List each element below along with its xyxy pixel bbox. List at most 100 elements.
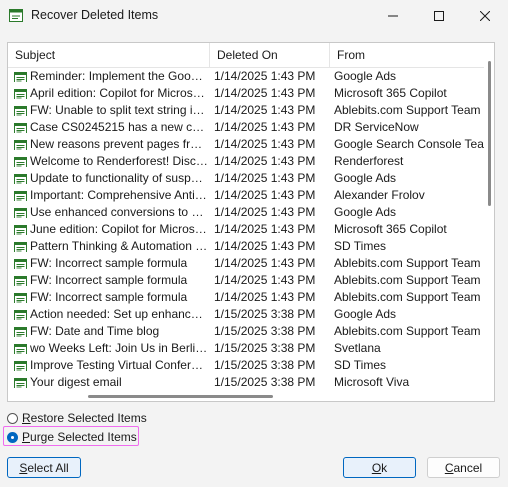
list-row[interactable]: Action needed: Set up enhanced ... 1/15/2…	[8, 306, 484, 323]
recover-items-icon	[9, 9, 23, 22]
list-row[interactable]: Case CS0245215 has a new comm... 1/14/202…	[8, 119, 484, 136]
subject-cell: Update to functionality of suspen...	[30, 171, 208, 185]
subject-cell: Welcome to Renderforest! Discov...	[30, 154, 208, 168]
from-cell: Google Search Console Team	[334, 137, 484, 151]
list-row[interactable]: FW: Incorrect sample formula 1/14/2025 1:…	[8, 272, 484, 289]
restore-radio[interactable]	[7, 412, 18, 424]
from-cell: Alexander Frolov	[334, 188, 425, 202]
vertical-scrollbar[interactable]	[485, 43, 494, 401]
list-rows: Reminder: Implement the Google t... 1/14/…	[8, 68, 484, 391]
deleted-on-cell: 1/14/2025 1:43 PM	[214, 103, 316, 117]
horizontal-scrollbar[interactable]	[8, 392, 485, 401]
ok-button[interactable]: Ok	[343, 457, 416, 478]
from-cell: Ablebits.com Support Team	[334, 103, 481, 117]
from-cell: SD Times	[334, 358, 387, 372]
subject-cell: Action needed: Set up enhanced ...	[30, 307, 208, 321]
column-header-from[interactable]: From	[330, 43, 484, 67]
subject-cell: FW: Incorrect sample formula	[30, 256, 188, 270]
list-row[interactable]: Improve Testing Virtual Conferenc... 1/15…	[8, 357, 484, 374]
subject-cell: New reasons prevent pages from ...	[30, 137, 208, 151]
subject-cell: Pattern Thinking & Automation Val...	[30, 239, 208, 253]
purge-radio[interactable]	[7, 431, 18, 443]
cancel-button[interactable]: Cancel	[427, 457, 500, 478]
cancel-label: Cancel	[444, 460, 483, 475]
subject-cell: Important: Comprehensive Antivir...	[30, 188, 208, 202]
email-message-icon	[14, 156, 27, 167]
subject-cell: Your digest email	[30, 375, 122, 389]
list-row[interactable]: Use enhanced conversions to pre... 1/14/2…	[8, 204, 484, 221]
horizontal-scroll-thumb[interactable]	[88, 395, 273, 398]
list-row[interactable]: New reasons prevent pages from ... 1/14/2…	[8, 136, 484, 153]
from-cell: SD Times	[334, 239, 387, 253]
list-row[interactable]: April edition: Copilot for Microsoft ...…	[8, 85, 484, 102]
from-cell: Microsoft 365 Copilot	[334, 86, 447, 100]
list-row[interactable]: FW: Date and Time blog 1/15/2025 3:38 PM A…	[8, 323, 484, 340]
from-cell: Google Ads	[334, 69, 397, 83]
list-row[interactable]: Pattern Thinking & Automation Val... 1/14…	[8, 238, 484, 255]
deleted-items-list[interactable]: Subject Deleted On From Reminder: Implem…	[7, 42, 495, 402]
title-bar: Recover Deleted Items	[0, 0, 508, 32]
deleted-on-cell: 1/14/2025 1:43 PM	[214, 120, 316, 134]
deleted-on-cell: 1/15/2025 3:38 PM	[214, 341, 316, 355]
column-header-deleted-on[interactable]: Deleted On	[210, 43, 330, 67]
list-row[interactable]: Welcome to Renderforest! Discov... 1/14/2…	[8, 153, 484, 170]
list-row[interactable]: Reminder: Implement the Google t... 1/14/…	[8, 68, 484, 85]
maximize-button[interactable]	[416, 0, 462, 31]
email-message-icon	[14, 343, 27, 354]
list-row[interactable]: wo Weeks Left: Join Us in Berlin f... 1/1…	[8, 340, 484, 357]
vertical-scroll-thumb[interactable]	[488, 61, 491, 206]
list-row[interactable]: June edition: Copilot for Microsoft... 1/…	[8, 221, 484, 238]
email-message-icon	[14, 207, 27, 218]
deleted-on-cell: 1/14/2025 1:43 PM	[214, 86, 316, 100]
from-cell: Google Ads	[334, 171, 397, 185]
email-message-icon	[14, 88, 27, 99]
deleted-on-cell: 1/14/2025 1:43 PM	[214, 205, 316, 219]
restore-option[interactable]: Restore Selected Items	[6, 409, 147, 427]
subject-cell: April edition: Copilot for Microsoft ...	[30, 86, 208, 100]
list-row[interactable]: Update to functionality of suspen... 1/14…	[8, 170, 484, 187]
from-cell: Google Ads	[334, 205, 397, 219]
subject-cell: Use enhanced conversions to pre...	[30, 205, 208, 219]
from-cell: Renderforest	[334, 154, 404, 168]
email-message-icon	[14, 139, 27, 150]
ok-label: Ok	[371, 460, 388, 475]
email-message-icon	[14, 309, 27, 320]
close-icon	[480, 10, 490, 21]
subject-cell: Reminder: Implement the Google t...	[30, 69, 208, 83]
subject-cell: FW: Incorrect sample formula	[30, 273, 188, 287]
from-cell: Svetlana	[334, 341, 381, 355]
email-message-icon	[14, 224, 27, 235]
from-cell: DR ServiceNow	[334, 120, 419, 134]
select-all-button[interactable]: Select All	[7, 457, 81, 478]
from-cell: Ablebits.com Support Team	[334, 290, 481, 304]
column-header-subject[interactable]: Subject	[8, 43, 210, 67]
maximize-icon	[434, 10, 444, 21]
subject-cell: wo Weeks Left: Join Us in Berlin f...	[30, 341, 208, 355]
subject-cell: FW: Unable to split text string in t...	[30, 103, 208, 117]
purge-label: Purge Selected Items	[22, 430, 137, 444]
email-message-icon	[14, 190, 27, 201]
purge-option[interactable]: Purge Selected Items	[6, 428, 137, 446]
deleted-on-cell: 1/14/2025 1:43 PM	[214, 239, 316, 253]
deleted-on-cell: 1/14/2025 1:43 PM	[214, 188, 316, 202]
list-row[interactable]: FW: Unable to split text string in t... 1…	[8, 102, 484, 119]
subject-cell: June edition: Copilot for Microsoft...	[30, 222, 208, 236]
minimize-button[interactable]	[370, 0, 416, 31]
from-cell: Ablebits.com Support Team	[334, 273, 481, 287]
email-message-icon	[14, 173, 27, 184]
list-row[interactable]: FW: Incorrect sample formula 1/14/2025 1:…	[8, 289, 484, 306]
from-cell: Ablebits.com Support Team	[334, 324, 481, 338]
list-header: Subject Deleted On From	[8, 43, 484, 68]
close-button[interactable]	[462, 0, 508, 31]
restore-label: Restore Selected Items	[22, 411, 147, 425]
minimize-icon	[388, 15, 398, 16]
email-message-icon	[14, 122, 27, 133]
from-cell: Microsoft Viva	[334, 375, 410, 389]
email-message-icon	[14, 292, 27, 303]
deleted-on-cell: 1/14/2025 1:43 PM	[214, 69, 316, 83]
list-row[interactable]: FW: Incorrect sample formula 1/14/2025 1:…	[8, 255, 484, 272]
list-row[interactable]: Your digest email 1/15/2025 3:38 PM Micros…	[8, 374, 484, 391]
subject-cell: FW: Date and Time blog	[30, 324, 160, 338]
list-row[interactable]: Important: Comprehensive Antivir... 1/14/…	[8, 187, 484, 204]
email-message-icon	[14, 326, 27, 337]
